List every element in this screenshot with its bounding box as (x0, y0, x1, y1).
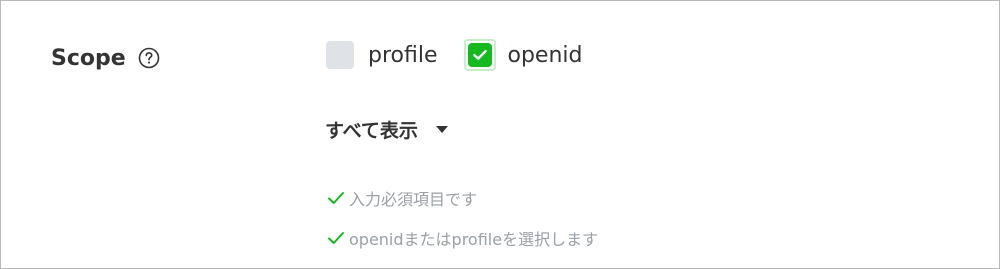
option-profile[interactable]: profile (324, 39, 438, 71)
hint-required: 入力必須項目です (327, 185, 598, 211)
openid-checkbox[interactable] (463, 39, 496, 71)
hint-text: 入力必須項目です (349, 190, 478, 209)
scope-label: Scope (51, 45, 126, 71)
validation-hints: 入力必須項目です openidまたはprofileを選択します (327, 185, 598, 265)
profile-checkbox[interactable] (324, 39, 356, 71)
scope-settings-panel: Scope profile openid すべて表示 入力必須項目です open… (0, 0, 1000, 269)
check-icon (328, 192, 344, 204)
show-all-label: すべて表示 (325, 119, 418, 142)
caret-down-icon (435, 125, 448, 133)
scope-options: profile openid (324, 39, 582, 71)
hint-text: openidまたはprofileを選択します (349, 230, 599, 249)
checkbox-checked (467, 43, 492, 67)
checkmark-icon (472, 50, 487, 60)
hint-select-scope: openidまたはprofileを選択します (327, 225, 598, 251)
scope-field-label-group: Scope (51, 43, 160, 73)
question-circle-icon[interactable] (138, 47, 160, 69)
option-openid[interactable]: openid (463, 39, 583, 71)
profile-label: profile (368, 42, 438, 68)
checkbox-unchecked (326, 41, 354, 69)
openid-label: openid (507, 42, 583, 68)
show-all-toggle[interactable]: すべて表示 (325, 114, 448, 144)
check-icon (328, 232, 344, 244)
